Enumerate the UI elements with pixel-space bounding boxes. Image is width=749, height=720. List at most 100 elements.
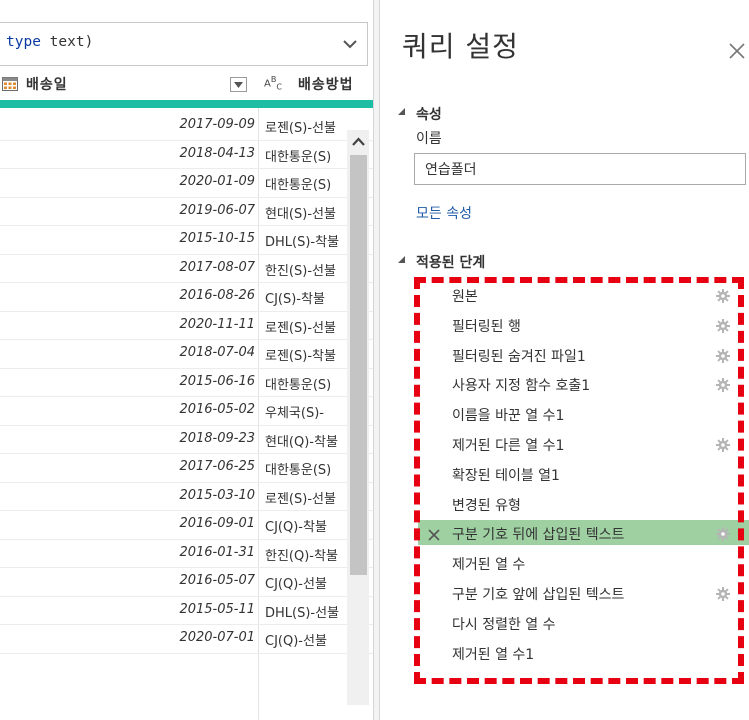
cell-ship-method[interactable]: 한진(Q)-착불: [265, 545, 345, 564]
gear-icon[interactable]: [716, 288, 730, 303]
cell-ship-date[interactable]: 2017-08-07: [179, 260, 255, 275]
applied-step[interactable]: 이름을 바꾼 열 수1: [418, 401, 749, 426]
table-row[interactable]: 2015-06-16 대한통운(S): [0, 369, 373, 397]
cell-ship-method[interactable]: 대한통운(S): [265, 174, 345, 193]
cell-ship-date[interactable]: 2020-11-11: [179, 317, 255, 332]
cell-ship-method[interactable]: 로젠(S)-선불: [265, 117, 345, 136]
cell-ship-method[interactable]: 대한통운(S): [265, 146, 345, 165]
table-row[interactable]: 2016-05-02 우체국(S)-: [0, 397, 373, 426]
cell-ship-date[interactable]: 2015-10-15: [179, 231, 255, 246]
column-header-ship-date[interactable]: 배송일: [26, 74, 68, 94]
table-row[interactable]: 2020-07-01 CJ(Q)-선불: [0, 625, 373, 654]
applied-step-label: 이름을 바꾼 열 수1: [452, 408, 565, 425]
gear-icon[interactable]: [716, 377, 730, 393]
cell-ship-method[interactable]: 현대(Q)-착불: [265, 431, 345, 450]
table-row[interactable]: 2015-10-15 DHL(S)-착불: [0, 226, 373, 255]
cell-ship-date[interactable]: 2016-01-31: [179, 545, 255, 560]
applied-step[interactable]: 구분 기호 뒤에 삽입된 텍스트: [418, 520, 749, 546]
table-row[interactable]: 2017-08-07 한진(S)-선불: [0, 255, 373, 283]
cell-ship-method[interactable]: 로젠(S)-선불: [265, 317, 345, 336]
cell-ship-method[interactable]: DHL(S)-선불: [265, 602, 345, 621]
cell-ship-date[interactable]: 2016-09-01: [179, 516, 255, 531]
type-letter-a: A: [264, 78, 271, 90]
query-name-input[interactable]: [414, 153, 746, 185]
cell-ship-method[interactable]: 한진(S)-선불: [265, 260, 345, 279]
applied-step[interactable]: 제거된 열 수: [418, 550, 749, 575]
applied-step[interactable]: 사용자 지정 함수 호출1: [418, 371, 749, 396]
x-icon[interactable]: [428, 526, 440, 541]
table-row[interactable]: 2016-09-01 CJ(Q)-착불: [0, 511, 373, 540]
gear-icon[interactable]: [716, 526, 730, 542]
cell-ship-method[interactable]: 대한통운(S): [265, 374, 345, 393]
formula-text[interactable]: type text): [6, 34, 93, 50]
applied-step[interactable]: 다시 정렬한 열 수: [418, 610, 749, 635]
cell-ship-method[interactable]: CJ(Q)-착불: [265, 516, 345, 535]
applied-step[interactable]: 필터링된 숨겨진 파일1: [418, 342, 749, 367]
applied-step[interactable]: 필터링된 행: [418, 312, 749, 337]
triangle-icon[interactable]: [398, 108, 406, 116]
applied-step[interactable]: 원본: [418, 282, 749, 307]
text-type-icon[interactable]: ABC: [264, 75, 282, 91]
cell-ship-method[interactable]: CJ(Q)-선불: [265, 573, 345, 592]
cell-ship-date[interactable]: 2016-05-02: [179, 402, 255, 417]
table-row[interactable]: 2015-03-10 로젠(S)-선불: [0, 483, 373, 511]
table-row[interactable]: 2020-11-11 로젠(S)-선불: [0, 312, 373, 340]
close-icon[interactable]: [728, 42, 746, 60]
formula-keyword: type: [6, 34, 41, 50]
cell-ship-method[interactable]: CJ(S)-착불: [265, 288, 345, 307]
cell-ship-date[interactable]: 2015-05-11: [179, 602, 255, 617]
cell-ship-method[interactable]: 우체국(S)-: [265, 402, 345, 421]
vertical-scrollbar-thumb[interactable]: [350, 155, 367, 575]
all-properties-link[interactable]: 모든 속성: [416, 203, 472, 223]
table-row[interactable]: 2018-04-13 대한통운(S): [0, 141, 373, 169]
cell-ship-method[interactable]: CJ(Q)-선불: [265, 630, 345, 649]
cell-ship-date[interactable]: 2015-06-16: [179, 374, 255, 389]
applied-step[interactable]: 구분 기호 앞에 삽입된 텍스트: [418, 580, 749, 605]
applied-step[interactable]: 확장된 테이블 열1: [418, 461, 749, 486]
cell-ship-method[interactable]: DHL(S)-착불: [265, 231, 345, 250]
table-row[interactable]: 2017-09-09 로젠(S)-선불: [0, 112, 373, 141]
table-row[interactable]: 2015-05-11 DHL(S)-선불: [0, 597, 373, 625]
cell-ship-date[interactable]: 2019-06-07: [179, 203, 255, 218]
column-filter-dropdown-button[interactable]: [230, 77, 247, 92]
cell-ship-date[interactable]: 2018-07-04: [179, 345, 255, 360]
cell-ship-method[interactable]: 로젠(S)-선불: [265, 488, 345, 507]
applied-steps-title[interactable]: 적용된 단계: [416, 252, 485, 272]
column-header-ship-method[interactable]: 배송방법: [298, 74, 354, 94]
gear-icon[interactable]: [716, 348, 730, 363]
chevron-down-icon[interactable]: [341, 35, 359, 53]
applied-step[interactable]: 제거된 열 수1: [418, 640, 749, 665]
table-row[interactable]: 2016-01-31 한진(Q)-착불: [0, 540, 373, 568]
cell-ship-method[interactable]: 로젠(S)-착불: [265, 345, 345, 364]
table-row[interactable]: 2018-07-04 로젠(S)-착불: [0, 340, 373, 369]
table-row[interactable]: 2016-08-26 CJ(S)-착불: [0, 283, 373, 312]
applied-step[interactable]: 제거된 다른 열 수1: [418, 431, 749, 456]
gear-icon[interactable]: [716, 318, 730, 333]
cell-ship-date[interactable]: 2018-04-13: [179, 146, 255, 161]
properties-section-title[interactable]: 속성: [416, 104, 442, 124]
cell-ship-date[interactable]: 2017-09-09: [179, 117, 255, 132]
table-row[interactable]: 2020-01-09 대한통운(S): [0, 169, 373, 198]
cell-ship-date[interactable]: 2020-01-09: [179, 174, 255, 189]
cell-ship-date[interactable]: 2018-09-23: [179, 431, 255, 446]
table-row[interactable]: 2016-05-07 CJ(Q)-선불: [0, 568, 373, 597]
query-settings-panel: 쿼리 설정 속성 이름 모든 속성 적용된 단계 원본필터링된 행필터링된 숨겨…: [380, 0, 749, 720]
triangle-icon[interactable]: [398, 256, 406, 264]
cell-ship-date[interactable]: 2016-08-26: [179, 288, 255, 303]
gear-icon[interactable]: [716, 586, 730, 601]
table-row[interactable]: 2019-06-07 현대(S)-선불: [0, 198, 373, 226]
applied-step[interactable]: 변경된 유형: [418, 491, 749, 516]
gear-icon[interactable]: [716, 437, 730, 452]
cell-ship-date[interactable]: 2017-06-25: [179, 459, 255, 474]
formula-bar[interactable]: type text): [0, 22, 368, 66]
table-row[interactable]: 2018-09-23 현대(Q)-착불: [0, 426, 373, 454]
applied-steps-list: 원본필터링된 행필터링된 숨겨진 파일1 사용자 지정 함수 호출1 이름을 바꾼 …: [418, 282, 749, 682]
cell-ship-date[interactable]: 2016-05-07: [179, 573, 255, 588]
table-row[interactable]: 2017-06-25 대한통운(S): [0, 454, 373, 483]
scroll-up-arrow-icon[interactable]: [350, 134, 367, 151]
pane-splitter[interactable]: [373, 0, 380, 720]
cell-ship-date[interactable]: 2020-07-01: [179, 630, 255, 645]
cell-ship-date[interactable]: 2015-03-10: [179, 488, 255, 503]
cell-ship-method[interactable]: 대한통운(S): [265, 459, 345, 478]
cell-ship-method[interactable]: 현대(S)-선불: [265, 203, 345, 222]
